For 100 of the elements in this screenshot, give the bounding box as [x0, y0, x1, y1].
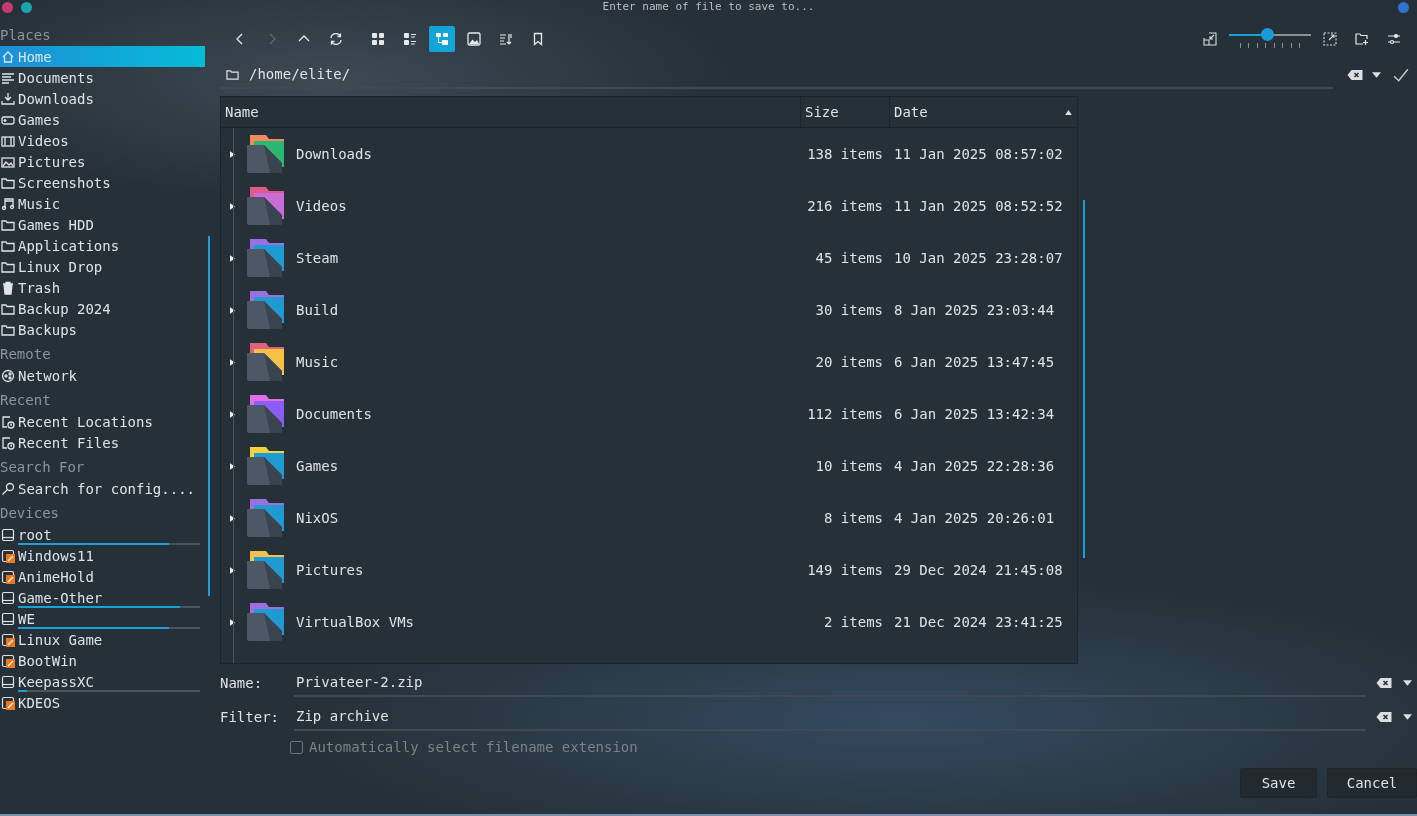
file-name[interactable]: Music — [296, 354, 339, 370]
section-heading: Search For — [0, 458, 86, 477]
file-name[interactable]: Downloads — [296, 146, 372, 162]
recent-icon — [1, 435, 15, 450]
sidebar-item[interactable]: Recent Files — [0, 432, 205, 453]
sidebar-item[interactable]: Downloads — [0, 88, 205, 109]
folder-icon — [1, 322, 15, 337]
drive-icon — [1, 527, 15, 542]
sidebar-item[interactable]: Videos — [0, 130, 205, 151]
expand-arrow-icon[interactable] — [230, 410, 235, 418]
date-cell-text: 4 Jan 2025 20:26:01 — [893, 510, 1056, 526]
device-item[interactable]: Game-Other — [0, 587, 205, 608]
expand-arrow-icon[interactable] — [230, 150, 235, 158]
note-icon — [1, 196, 15, 211]
dropdown-caret-icon[interactable] — [1403, 680, 1412, 686]
size-cell-text: 30 items — [814, 302, 884, 318]
sidebar-item[interactable]: Games HDD — [0, 214, 205, 235]
date-cell-text: 6 Jan 2025 13:47:45 — [893, 354, 1056, 370]
device-item[interactable]: Windows11 — [0, 545, 205, 566]
sidebar-item[interactable]: Network — [0, 365, 205, 386]
column-header[interactable]: Date — [890, 97, 1076, 127]
date-cell-text: 6 Jan 2025 13:42:34 — [893, 406, 1056, 422]
expand-arrow-icon[interactable] — [230, 202, 235, 210]
file-name[interactable]: Videos — [296, 198, 347, 214]
size-cell-text: 45 items — [814, 250, 884, 266]
device-item[interactable]: KeepassXC — [0, 671, 205, 692]
tree-view-icon — [435, 32, 449, 46]
expand-arrow-icon[interactable] — [230, 618, 235, 626]
dropdown-caret-icon[interactable] — [1403, 714, 1412, 720]
sidebar-item[interactable]: Applications — [0, 235, 205, 256]
expand-arrow-icon[interactable] — [230, 358, 235, 366]
date-cell-text: 29 Dec 2024 21:45:08 — [893, 562, 1064, 578]
column-header[interactable]: Name — [221, 97, 801, 127]
bookmark-icon — [531, 32, 545, 46]
sliders-icon — [1387, 32, 1401, 46]
sidebar-item[interactable]: Pictures — [0, 151, 205, 172]
file-name[interactable]: VirtualBox VMs — [296, 614, 414, 630]
file-name[interactable]: Pictures — [296, 562, 364, 578]
recent-icon — [1, 414, 15, 429]
size-cell-text: 10 items — [814, 458, 884, 474]
sidebar-item[interactable]: Linux Drop — [0, 256, 205, 277]
sidebar-item[interactable]: Games — [0, 109, 205, 130]
lines-icon — [1, 70, 15, 85]
size-cell-text: 216 items — [806, 198, 884, 214]
column-header[interactable]: Size — [801, 97, 890, 127]
size-cell-text: 8 items — [823, 510, 884, 526]
sidebar-item[interactable]: Backup 2024 — [0, 298, 205, 319]
file-name[interactable]: Games — [296, 458, 339, 474]
sidebar-item[interactable]: Recent Locations — [0, 411, 205, 432]
window-control-icon[interactable] — [21, 2, 32, 13]
section-heading: Places — [0, 26, 52, 45]
dropdown-caret-icon[interactable] — [1372, 72, 1381, 78]
window-control-icon[interactable] — [1398, 2, 1409, 13]
section-heading: Remote — [0, 345, 52, 364]
sidebar-item[interactable]: Music — [0, 193, 205, 214]
window-control-icon[interactable] — [2, 2, 13, 13]
save-button[interactable]: Save — [1240, 768, 1317, 798]
file-name[interactable]: Steam — [296, 250, 339, 266]
device-item[interactable]: WE — [0, 608, 205, 629]
date-cell-text: 21 Dec 2024 23:41:25 — [893, 614, 1064, 630]
file-name-field[interactable]: Privateer-2.zip — [294, 669, 1366, 697]
folder-icon — [226, 67, 239, 81]
expand-arrow-icon[interactable] — [230, 566, 235, 574]
expand-arrow-icon[interactable] — [230, 462, 235, 470]
expand-arrow-icon[interactable] — [230, 306, 235, 314]
date-cell-text: 4 Jan 2025 22:28:36 — [893, 458, 1056, 474]
expand-arrow-icon[interactable] — [230, 514, 235, 522]
file-name[interactable]: NixOS — [296, 510, 339, 526]
folder-icon — [1, 259, 15, 274]
file-name[interactable]: Build — [296, 302, 339, 318]
drive-icon — [1, 590, 15, 605]
window-title: Enter name of file to save to... — [602, 0, 815, 13]
expand-arrow-icon[interactable] — [230, 254, 235, 262]
image-icon — [467, 32, 481, 46]
film-icon — [1, 133, 15, 148]
size-cell-text: 112 items — [806, 406, 884, 422]
clear-icon[interactable] — [1347, 69, 1364, 81]
device-item[interactable]: root — [0, 524, 205, 545]
sidebar-item[interactable]: Trash — [0, 277, 205, 298]
clear-icon[interactable] — [1376, 677, 1393, 689]
sidebar-item[interactable]: Screenshots — [0, 172, 205, 193]
filter-field[interactable]: Zip archive — [294, 703, 1366, 731]
checkbox-label: Automatically select filename extension — [309, 739, 638, 755]
sidebar-item[interactable]: Search for config.... — [0, 478, 205, 499]
date-cell-text: 11 Jan 2025 08:52:52 — [893, 198, 1064, 214]
sidebar-item[interactable]: Documents — [0, 67, 205, 88]
file-name[interactable]: Documents — [296, 406, 372, 422]
section-heading: Recent — [0, 391, 52, 410]
device-item[interactable]: KDEOS — [0, 692, 205, 713]
zoom-out-icon[interactable] — [1203, 32, 1217, 46]
device-item[interactable]: AnimeHold — [0, 566, 205, 587]
device-item[interactable]: BootWin — [0, 650, 205, 671]
device-item[interactable]: Linux Game — [0, 629, 205, 650]
cancel-button[interactable]: Cancel — [1327, 768, 1417, 798]
clear-icon[interactable] — [1376, 711, 1393, 723]
folder-icon — [1, 238, 15, 253]
sidebar-item[interactable]: Backups — [0, 319, 205, 340]
zoom-in-icon[interactable] — [1323, 32, 1337, 46]
confirm-check-icon[interactable] — [1393, 67, 1409, 83]
location-field[interactable]: /home/elite/ — [220, 61, 1333, 89]
